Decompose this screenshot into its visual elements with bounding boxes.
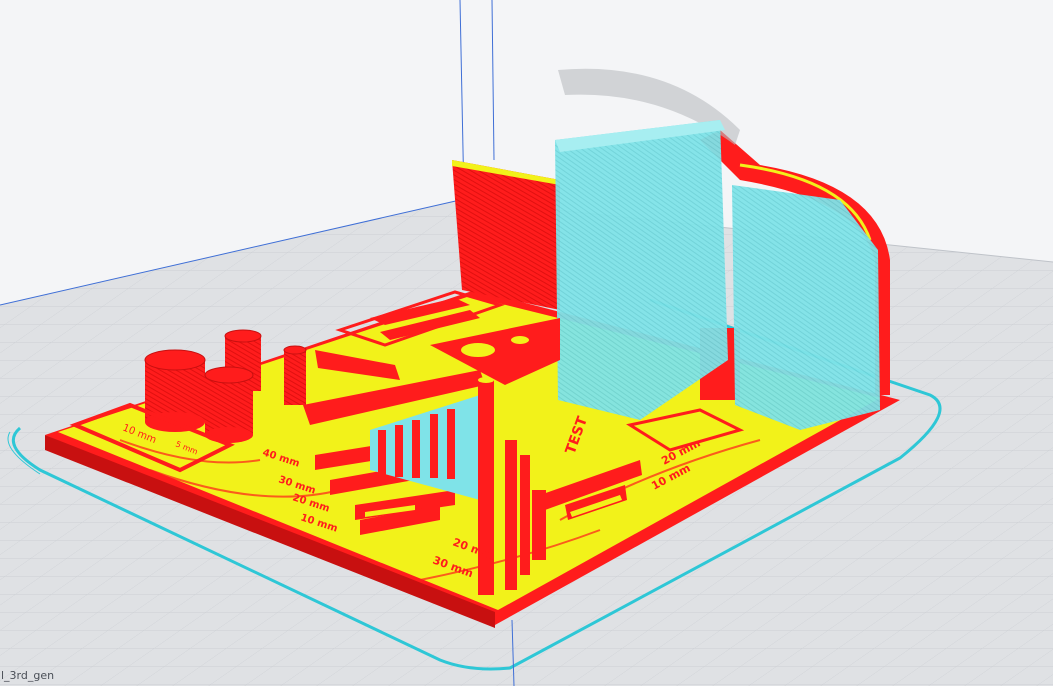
3d-viewport[interactable]: 10 mm 5 mm 40 mm 30 mm 20 mm 10 mm 20 mm…: [0, 0, 1053, 686]
object-file-name[interactable]: l_3rd_gen: [0, 669, 54, 682]
viewport-canvas[interactable]: 10 mm 5 mm 40 mm 30 mm 20 mm 10 mm 20 mm…: [0, 0, 1053, 686]
back-wall: [452, 160, 560, 310]
